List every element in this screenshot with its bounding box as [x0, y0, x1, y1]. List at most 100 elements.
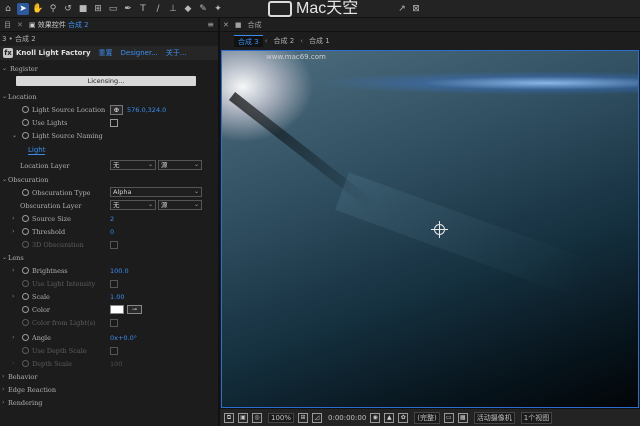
chevron-right-icon[interactable]: ›	[12, 334, 14, 341]
reset-link[interactable]: 重置	[99, 48, 113, 58]
chevron-down-icon[interactable]: ⌄	[2, 65, 7, 72]
lens-section[interactable]: ⌄ Lens	[0, 251, 218, 264]
use-depth-scale-checkbox[interactable]	[110, 346, 118, 355]
timecode[interactable]: 0:00:00:00	[328, 414, 366, 422]
eyedropper-icon[interactable]: ⊸	[127, 305, 142, 314]
puppet-tool-icon[interactable]: ✦	[212, 3, 224, 15]
composition-viewer[interactable]: www.mac69.com	[221, 50, 639, 408]
region-of-interest-icon[interactable]: ▭	[443, 412, 454, 423]
location-section[interactable]: ⌄ Location	[0, 90, 218, 103]
chevron-right-icon[interactable]: ›	[12, 215, 14, 222]
effect-header[interactable]: fx Knoll Light Factory 重置 Designer... 关于…	[0, 46, 218, 60]
licensing-button[interactable]: Licensing...	[16, 76, 196, 86]
brightness-value[interactable]: 100.0	[110, 267, 129, 275]
stopwatch-icon[interactable]	[22, 106, 29, 113]
obscuration-type-select[interactable]: Alpha ⌄	[110, 187, 202, 197]
resolution-select[interactable]: (完整)	[414, 411, 440, 424]
clone-stamp-tool-icon[interactable]: ⊥	[167, 3, 179, 15]
snapshot-icon[interactable]: ◉	[370, 412, 381, 423]
chevron-down-icon[interactable]: ⌄	[2, 176, 7, 183]
panel-menu-icon[interactable]: ≡	[207, 20, 214, 29]
source-size-value[interactable]: 2	[110, 215, 114, 223]
pen-tool-icon[interactable]: ✒	[122, 3, 134, 15]
close-icon[interactable]: ✕	[220, 21, 232, 29]
zoom-tool-icon[interactable]: ⚲	[47, 3, 59, 15]
mask-icon[interactable]: ▣	[238, 412, 248, 423]
obscuration-section[interactable]: ⌄ Obscuration	[0, 173, 218, 186]
threshold-value[interactable]: 0	[110, 228, 114, 236]
edge-reaction-section[interactable]: › Edge Reaction	[0, 383, 218, 396]
zoom-select[interactable]: 100%	[268, 412, 295, 423]
stopwatch-icon[interactable]	[22, 132, 29, 139]
stopwatch-icon[interactable]	[22, 267, 29, 274]
angle-value[interactable]: 0x+0.0°	[110, 334, 137, 342]
chevron-down-icon[interactable]: ⌄	[2, 93, 7, 100]
stopwatch-icon[interactable]	[22, 306, 29, 313]
safe-margins-icon[interactable]: ⊞	[298, 412, 309, 423]
composition-tab-label[interactable]: 合成	[245, 20, 265, 30]
crosshair-icon[interactable]: ⊕	[110, 104, 123, 115]
always-preview-icon[interactable]: ⧉	[224, 412, 234, 423]
mask-path-icon[interactable]: ◿	[312, 412, 323, 423]
type-tool-icon[interactable]: T	[137, 3, 149, 15]
light-position-crosshair-icon[interactable]	[431, 221, 448, 238]
project-tab[interactable]: 目	[0, 20, 15, 30]
stopwatch-icon[interactable]	[22, 215, 29, 222]
effect-controls-tab[interactable]: ▣ 效果控件 合成 2	[25, 20, 93, 30]
location-layer-source-select[interactable]: 源 ⌄	[158, 160, 202, 170]
stopwatch-icon[interactable]	[22, 334, 29, 341]
roto-brush-tool-icon[interactable]: ✎	[197, 3, 209, 15]
stopwatch-icon[interactable]	[22, 228, 29, 235]
brush-tool-icon[interactable]: /	[152, 3, 164, 15]
orbit-tool-icon[interactable]: ↺	[62, 3, 74, 15]
show-snapshot-icon[interactable]: ▲	[384, 412, 395, 423]
light-link[interactable]: Light	[28, 146, 46, 155]
stopwatch-icon[interactable]	[22, 119, 29, 126]
panel-divider[interactable]	[218, 18, 220, 426]
color-from-lights-checkbox[interactable]	[110, 318, 118, 327]
chevron-right-icon[interactable]: ›	[12, 293, 14, 300]
tab-comp-2[interactable]: 合成 2	[270, 35, 299, 47]
close-icon[interactable]: ✕	[15, 21, 25, 29]
chevron-right-icon[interactable]: ›	[2, 386, 4, 393]
chevron-down-icon[interactable]: ⌄	[12, 132, 17, 139]
fx-icon[interactable]: fx	[3, 48, 13, 58]
grid-icon[interactable]: ⊠	[410, 3, 422, 15]
light-source-location-value[interactable]: 576.0,324.0	[127, 106, 166, 114]
obscuration-layer-select[interactable]: 无 ⌄	[110, 200, 156, 210]
eraser-tool-icon[interactable]: ◆	[182, 3, 194, 15]
3d-obscuration-checkbox[interactable]	[110, 240, 118, 249]
tab-comp-1[interactable]: 合成 1	[305, 35, 334, 47]
chevron-right-icon[interactable]: ›	[2, 373, 4, 380]
camera-select[interactable]: 活动摄像机	[473, 411, 515, 424]
stopwatch-icon[interactable]	[22, 293, 29, 300]
selection-tool-icon[interactable]: ➤	[17, 2, 29, 15]
color-channel-icon[interactable]: ✿	[398, 412, 409, 423]
rectangle-tool-icon[interactable]: ▭	[107, 3, 119, 15]
transparency-grid-icon[interactable]: ▦	[457, 412, 468, 423]
chevron-right-icon[interactable]: ›	[12, 267, 14, 274]
designer-link[interactable]: Designer...	[121, 49, 158, 57]
location-layer-select[interactable]: 无 ⌄	[110, 160, 156, 170]
scale-value[interactable]: 1.00	[110, 293, 124, 301]
views-select[interactable]: 1个视图	[520, 411, 553, 424]
chevron-right-icon[interactable]: ›	[12, 228, 14, 235]
light-source-naming-row[interactable]: ⌄ Light Source Naming	[0, 129, 218, 142]
rendering-section[interactable]: › Rendering	[0, 396, 218, 409]
register-section[interactable]: ⌄ Register	[0, 62, 218, 75]
snap-icon[interactable]: ↗	[396, 3, 408, 15]
chevron-right-icon[interactable]: ›	[2, 399, 4, 406]
home-icon[interactable]: ⌂	[2, 3, 14, 15]
camera-tool-icon[interactable]: ■	[77, 3, 89, 15]
chevron-down-icon[interactable]: ⌄	[2, 254, 7, 261]
color-swatch[interactable]	[110, 305, 124, 314]
pan-behind-tool-icon[interactable]: ⊞	[92, 3, 104, 15]
tab-comp-3[interactable]: 合成 3	[234, 35, 263, 47]
behavior-section[interactable]: › Behavior	[0, 370, 218, 383]
obscuration-layer-source-select[interactable]: 源 ⌄	[158, 200, 202, 210]
hand-tool-icon[interactable]: ✋	[32, 3, 44, 15]
use-light-intensity-checkbox[interactable]	[110, 279, 118, 288]
vr-icon[interactable]: ◎	[252, 412, 262, 423]
about-link[interactable]: 关于...	[166, 48, 187, 58]
stopwatch-icon[interactable]	[22, 189, 29, 196]
